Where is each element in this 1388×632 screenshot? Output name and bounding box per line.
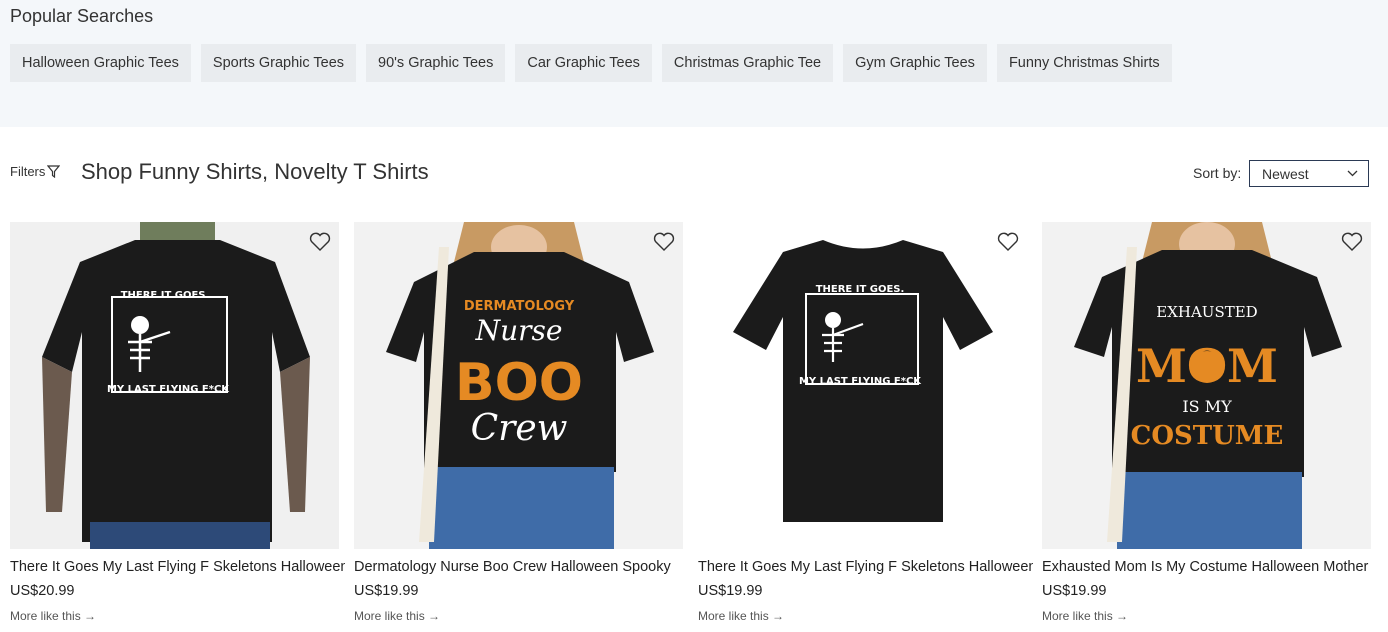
product-card[interactable]: THERE IT GOES. MY LAST FLYING F*CK There… <box>698 222 1033 623</box>
heart-icon[interactable] <box>653 232 675 252</box>
shirt-text-line: DERMATOLOGY <box>464 299 575 314</box>
more-like-this-link[interactable]: More like this → <box>10 609 96 623</box>
product-name[interactable]: Exhausted Mom Is My Costume Halloween Mo… <box>1042 559 1377 575</box>
product-price: US$19.99 <box>698 583 763 599</box>
shirt-text-line: EXHAUSTED <box>1156 303 1257 321</box>
chip-funny-christmas-shirts[interactable]: Funny Christmas Shirts <box>996 44 1172 82</box>
product-image[interactable]: DERMATOLOGY Nurse BOO Crew <box>354 222 683 549</box>
heart-icon[interactable] <box>997 232 1019 252</box>
product-image[interactable]: THERE IT GOES. MY LAST FLYING F*CK <box>10 222 339 549</box>
product-card[interactable]: DERMATOLOGY Nurse BOO Crew Dermatology N… <box>354 222 683 623</box>
popular-searches-title: Popular Searches <box>10 6 154 26</box>
product-name[interactable]: There It Goes My Last Flying F Skeletons… <box>10 559 345 575</box>
page-title: Shop Funny Shirts, Novelty T Shirts <box>81 159 429 184</box>
shirt-text-line: BOO <box>455 353 583 413</box>
product-price: US$20.99 <box>10 583 75 599</box>
shirt-text-line: THERE IT GOES. <box>121 290 210 301</box>
shirt-text-line: IS MY <box>1182 397 1232 416</box>
more-like-this-link[interactable]: More like this → <box>698 609 784 623</box>
shirt-text-line: Crew <box>471 408 568 449</box>
chip-christmas-graphic-tee[interactable]: Christmas Graphic Tee <box>661 44 834 82</box>
product-image[interactable]: THERE IT GOES. MY LAST FLYING F*CK <box>698 222 1027 549</box>
chip-sports-graphic-tees[interactable]: Sports Graphic Tees <box>200 44 357 82</box>
chip-halloween-graphic-tees[interactable]: Halloween Graphic Tees <box>10 44 191 82</box>
filters-label: Filters <box>10 164 46 179</box>
filters-button[interactable]: Filters <box>10 164 61 179</box>
more-like-this-link[interactable]: More like this → <box>1042 609 1128 623</box>
shirt-text-line: THERE IT GOES. <box>816 284 905 295</box>
sort-value: Newest <box>1262 165 1309 182</box>
heart-icon[interactable] <box>1341 232 1363 252</box>
tshirt-back-image: THERE IT GOES. MY LAST FLYING F*CK <box>10 222 339 549</box>
chip-car-graphic-tees[interactable]: Car Graphic Tees <box>515 44 652 82</box>
tshirt-model-image: EXHAUSTED MOM IS MY COSTUME <box>1042 222 1371 549</box>
heart-icon[interactable] <box>309 232 331 252</box>
shirt-text-line: COSTUME <box>1131 421 1284 451</box>
search-chips: Halloween Graphic Tees Sports Graphic Te… <box>10 44 1172 82</box>
product-card[interactable]: THERE IT GOES. MY LAST FLYING F*CK There… <box>10 222 345 623</box>
shirt-text-line: MY LAST FLYING F*CK <box>799 376 922 387</box>
chip-gym-graphic-tees[interactable]: Gym Graphic Tees <box>843 44 987 82</box>
more-like-this-link[interactable]: More like this → <box>354 609 440 623</box>
product-price: US$19.99 <box>354 583 419 599</box>
listing-toolbar: Filters Shop Funny Shirts, Novelty T Shi… <box>0 155 1388 191</box>
sort-label: Sort by: <box>1193 165 1242 181</box>
chevron-down-icon <box>1347 170 1358 177</box>
product-name[interactable]: There It Goes My Last Flying F Skeletons… <box>698 559 1033 575</box>
sort-select[interactable]: Newest <box>1249 160 1369 187</box>
shirt-text-line: Nurse <box>475 314 563 347</box>
shirt-text-line: MY LAST FLYING F*CK <box>107 384 230 395</box>
tshirt-flat-image: THERE IT GOES. MY LAST FLYING F*CK <box>698 222 1027 549</box>
product-name[interactable]: Dermatology Nurse Boo Crew Halloween Spo… <box>354 559 689 575</box>
product-price: US$19.99 <box>1042 583 1107 599</box>
product-image[interactable]: EXHAUSTED MOM IS MY COSTUME <box>1042 222 1371 549</box>
filter-icon <box>47 165 61 178</box>
product-card[interactable]: EXHAUSTED MOM IS MY COSTUME Exhausted Mo… <box>1042 222 1371 623</box>
popular-searches: Popular Searches Halloween Graphic Tees … <box>0 0 1388 127</box>
tshirt-model-image: DERMATOLOGY Nurse BOO Crew <box>354 222 683 549</box>
chip-90s-graphic-tees[interactable]: 90's Graphic Tees <box>366 44 506 82</box>
